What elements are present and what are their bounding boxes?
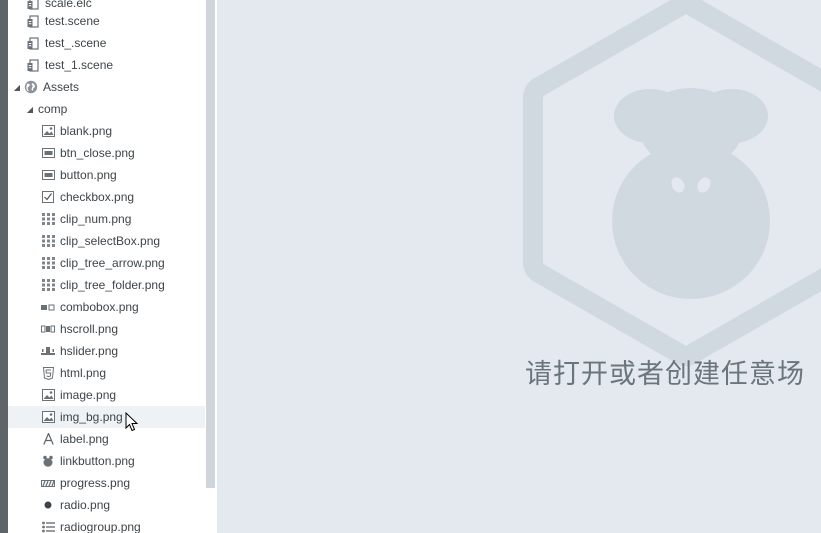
tree-item-linkbutton-png[interactable]: linkbutton.png bbox=[8, 450, 205, 472]
clip-grid-icon bbox=[41, 234, 55, 248]
tree-item-label: img_bg.png bbox=[60, 410, 123, 424]
tree-item-label-png[interactable]: label.png bbox=[8, 428, 205, 450]
tree-item-button-png[interactable]: button.png bbox=[8, 164, 205, 186]
tree-item-label: progress.png bbox=[60, 476, 131, 490]
hscroll-icon bbox=[41, 322, 55, 336]
html5-icon bbox=[41, 366, 55, 380]
tree-item-label: comp bbox=[38, 102, 68, 116]
tree-item-btn_close-png[interactable]: btn_close.png bbox=[8, 142, 205, 164]
globe-icon bbox=[24, 80, 38, 94]
tree-item-label: radio.png bbox=[60, 498, 111, 512]
tree-item-hscroll-png[interactable]: hscroll.png bbox=[8, 318, 205, 340]
tree-item-radio-png[interactable]: radio.png bbox=[8, 494, 205, 516]
clip-grid-icon bbox=[41, 256, 55, 270]
radio-icon bbox=[41, 498, 55, 512]
left-edge-gutter bbox=[0, 0, 8, 533]
tree-item-progress-png[interactable]: progress.png bbox=[8, 472, 205, 494]
linkbutton-icon bbox=[41, 454, 55, 468]
tree-item-label: linkbutton.png bbox=[60, 454, 135, 468]
combobox-icon bbox=[41, 300, 55, 314]
tree-item-label: scale.elc bbox=[45, 0, 92, 10]
tree-item-checkbox-png[interactable]: checkbox.png bbox=[8, 186, 205, 208]
tree-item-label: clip_tree_arrow.png bbox=[60, 256, 165, 270]
empty-scene-message: 请打开或者创建任意场 bbox=[525, 359, 805, 390]
tree-item-label: test_1.scene bbox=[45, 58, 114, 72]
tree-item-test_1-scene[interactable]: test_1.scene bbox=[8, 54, 205, 76]
tree-item-clip_tree_arrow-png[interactable]: clip_tree_arrow.png bbox=[8, 252, 205, 274]
image-icon bbox=[41, 124, 55, 138]
scene-file-icon bbox=[26, 14, 40, 28]
tree-item-label: html.png bbox=[60, 366, 107, 380]
radiogroup-icon bbox=[41, 520, 55, 533]
tree-item-label: test_.scene bbox=[45, 36, 107, 50]
tree-item-label: hscroll.png bbox=[60, 322, 119, 336]
image-icon bbox=[41, 388, 55, 402]
tree-item-clip_num-png[interactable]: clip_num.png bbox=[8, 208, 205, 230]
expanded-arrow-icon[interactable]: ◢ bbox=[26, 105, 34, 114]
tree-item-radiogroup-png[interactable]: radiogroup.png bbox=[8, 516, 205, 533]
tree-item-label: image.png bbox=[60, 388, 117, 402]
progress-icon bbox=[41, 476, 55, 490]
tree-item-label: label.png bbox=[60, 432, 109, 446]
scene-file-icon bbox=[26, 0, 40, 10]
checkbox-icon bbox=[41, 190, 55, 204]
tree-item-label: button.png bbox=[60, 168, 117, 182]
button-icon bbox=[41, 168, 55, 182]
tree-item-label: test.scene bbox=[45, 14, 100, 28]
tree-item-label: clip_tree_folder.png bbox=[60, 278, 165, 292]
tree-item-image-png[interactable]: image.png bbox=[8, 384, 205, 406]
label-a-icon bbox=[41, 432, 55, 446]
tree-item-label: checkbox.png bbox=[60, 190, 135, 204]
tree-item-label: hslider.png bbox=[60, 344, 119, 358]
image-icon bbox=[41, 410, 55, 424]
clip-grid-icon bbox=[41, 278, 55, 292]
tree-item-comp[interactable]: ◢ comp bbox=[8, 98, 205, 120]
tree-item-label: btn_close.png bbox=[60, 146, 135, 160]
tree-item-label: clip_selectBox.png bbox=[60, 234, 161, 248]
tree-item-assets[interactable]: ◢ Assets bbox=[8, 76, 205, 98]
tree-item-clip_tree_folder-png[interactable]: clip_tree_folder.png bbox=[8, 274, 205, 296]
tree-item-label: combobox.png bbox=[60, 300, 139, 314]
tree-item-blank-png[interactable]: blank.png bbox=[8, 120, 205, 142]
scene-file-icon bbox=[26, 36, 40, 50]
scene-editor-panel: 请打开或者创建任意场 bbox=[217, 0, 821, 533]
tree-item-hslider-png[interactable]: hslider.png bbox=[8, 340, 205, 362]
tree-item-test_-scene[interactable]: test_.scene bbox=[8, 32, 205, 54]
mouse-cursor-icon bbox=[125, 412, 139, 432]
hslider-icon bbox=[41, 344, 55, 358]
tree-item-label: Assets bbox=[43, 80, 80, 94]
tree-item-test-scene[interactable]: test.scene bbox=[8, 10, 205, 32]
expanded-arrow-icon[interactable]: ◢ bbox=[12, 83, 22, 92]
tree-item-html-png[interactable]: html.png bbox=[8, 362, 205, 384]
tree-item-clip_selectBox-png[interactable]: clip_selectBox.png bbox=[8, 230, 205, 252]
button-icon bbox=[41, 146, 55, 160]
project-tree: scale.elc test.scene test_.scene test_1.… bbox=[8, 0, 205, 533]
tree-item-label: clip_num.png bbox=[60, 212, 132, 226]
tree-scrollbar-thumb[interactable] bbox=[206, 0, 215, 488]
tree-item-combobox-png[interactable]: combobox.png bbox=[8, 296, 205, 318]
tree-item-img_bg-png[interactable]: img_bg.png bbox=[8, 406, 205, 428]
tree-item-label: blank.png bbox=[60, 124, 113, 138]
layaair-logo-icon bbox=[523, 0, 821, 366]
tree-scrollbar[interactable] bbox=[205, 0, 217, 533]
scene-file-icon bbox=[26, 58, 40, 72]
clip-grid-icon bbox=[41, 212, 55, 226]
tree-item-label: radiogroup.png bbox=[60, 520, 141, 533]
